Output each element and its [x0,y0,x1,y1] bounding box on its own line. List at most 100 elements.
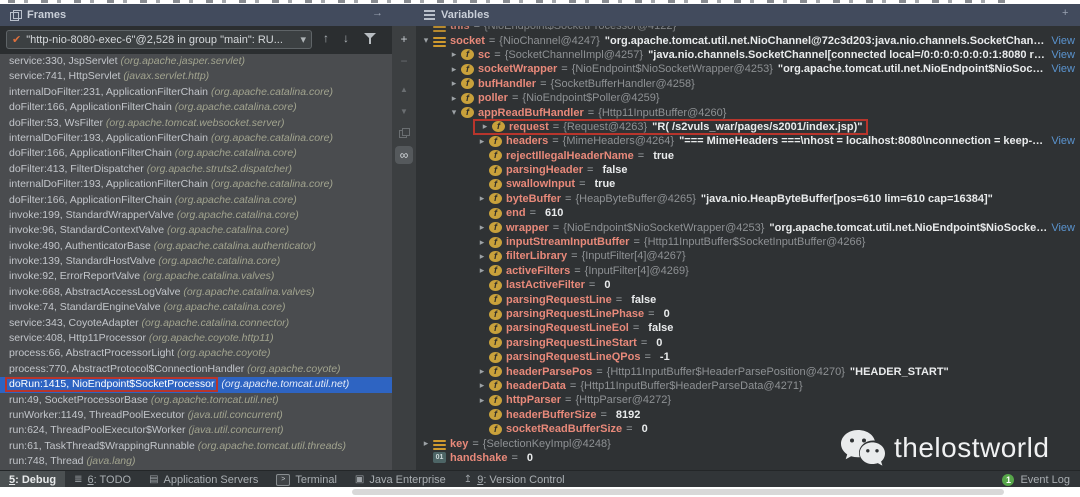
variable-row[interactable]: ▸ f headers = {MimeHeaders@4264} "=== Mi… [416,134,1080,148]
move-up-button[interactable]: ▲ [395,80,413,98]
variable-row[interactable]: f swallowInput = true [416,177,1080,191]
variable-row[interactable]: ▸ f httpParser = {HttpParser@4272} [416,393,1080,407]
variable-row[interactable]: ▸ f bufHandler = {SocketBufferHandler@42… [416,77,1080,91]
tree-expand-icon[interactable]: ▸ [475,193,489,204]
view-link[interactable]: View [1047,63,1080,75]
tree-expand-icon[interactable]: ▸ [419,438,433,449]
next-frame-button[interactable]: ↓ [338,31,354,45]
variable-value: 0 [641,423,648,436]
stack-frame-row[interactable]: service:330, JspServlet (org.apache.jasp… [0,54,392,69]
variable-row[interactable]: ▸ f sc = {SocketChannelImpl@4257} "java.… [416,48,1080,62]
variable-row[interactable]: f parsingHeader = false [416,163,1080,177]
mute-renderers-button[interactable]: ∞ [395,146,413,164]
stack-frame-row[interactable]: doFilter:166, ApplicationFilterChain (or… [0,100,392,115]
stack-frame-row[interactable]: run:49, SocketProcessorBase (org.apache.… [0,393,392,408]
statusbar-toolwindow-button[interactable]: 5: Debug [0,471,66,487]
variables-float-icon[interactable]: + [1062,7,1068,19]
tree-expand-icon[interactable]: ▾ [447,107,461,118]
frame-method: internalDoFilter:231, ApplicationFilterC… [9,85,209,98]
remove-watch-button[interactable]: − [395,52,413,70]
duplicate-watch-icon[interactable] [395,124,413,142]
stack-frame-row[interactable]: runWorker:1149, ThreadPoolExecutor (java… [0,408,392,423]
variable-row[interactable]: ▸ f request = {Request@4263} "R( /s2vuls… [416,118,1080,135]
tree-expand-icon[interactable]: ▸ [447,93,461,104]
add-watch-button[interactable]: + [395,30,413,48]
tree-expand-icon[interactable]: ▸ [475,251,489,262]
tree-expand-icon[interactable]: ▸ [475,237,489,248]
view-link[interactable]: View [1047,222,1080,234]
stack-frame-row[interactable]: process:66, AbstractProcessorLight (org.… [0,346,392,361]
move-down-button[interactable]: ▼ [395,102,413,120]
stack-frame-row[interactable]: process:770, AbstractProtocol$Connection… [0,362,392,377]
stack-frame-row[interactable]: run:748, Thread (java.lang) [0,454,392,469]
tree-expand-icon[interactable]: ▸ [475,366,489,377]
stack-frame-row[interactable]: invoke:490, AuthenticatorBase (org.apach… [0,239,392,254]
stack-frame-row[interactable]: doFilter:413, FilterDispatcher (org.apac… [0,162,392,177]
stack-frame-row[interactable]: internalDoFilter:231, ApplicationFilterC… [0,85,392,100]
stack-frame-row[interactable]: run:624, ThreadPoolExecutor$Worker (java… [0,423,392,438]
frames-float-icon[interactable]: → [372,7,383,19]
stack-frame-row[interactable]: doFilter:166, ApplicationFilterChain (or… [0,193,392,208]
tree-expand-icon[interactable]: ▸ [475,136,489,147]
variable-row[interactable]: f lastActiveFilter = 0 [416,278,1080,292]
prev-frame-button[interactable]: ↑ [318,31,334,45]
statusbar-toolwindow-button[interactable]: ≣ 6: TODO [65,471,140,487]
tree-expand-icon[interactable]: ▸ [475,380,489,391]
view-link[interactable]: View [1047,49,1080,61]
stack-frame-row[interactable]: invoke:92, ErrorReportValve (org.apache.… [0,269,392,284]
filter-frames-icon[interactable] [364,33,376,44]
variable-row[interactable]: ▸ f byteBuffer = {HeapByteBuffer@4265} "… [416,192,1080,206]
tree-expand-icon[interactable]: ▸ [475,265,489,276]
variable-row[interactable]: this = {NioEndpoint$SocketProcessor@4122… [416,26,1080,33]
stack-frame-row[interactable]: doFilter:53, WsFilter (org.apache.tomcat… [0,116,392,131]
stack-frame-row[interactable]: service:343, CoyoteAdapter (org.apache.c… [0,316,392,331]
variable-row[interactable]: f end = 610 [416,206,1080,220]
variable-row[interactable]: ▸ f activeFilters = {InputFilter[4]@4269… [416,264,1080,278]
stack-frame-row[interactable]: internalDoFilter:193, ApplicationFilterC… [0,177,392,192]
stack-frame-row[interactable]: invoke:199, StandardWrapperValve (org.ap… [0,208,392,223]
statusbar-toolwindow-button[interactable]: ▣ Java Enterprise [346,471,455,487]
variable-row[interactable]: ▸ f poller = {NioEndpoint$Poller@4259} [416,91,1080,105]
stack-frame-row[interactable]: invoke:139, StandardHostValve (org.apach… [0,254,392,269]
stack-frame-row[interactable]: invoke:74, StandardEngineValve (org.apac… [0,300,392,315]
tree-expand-icon[interactable]: ▸ [475,395,489,406]
view-link[interactable]: View [1047,35,1080,47]
stack-frame-row[interactable]: invoke:96, StandardContextValve (org.apa… [0,223,392,238]
variable-row[interactable]: ▾ socket = {NioChannel@4247} "org.apache… [416,33,1080,47]
stack-frame-row[interactable]: doFilter:166, ApplicationFilterChain (or… [0,146,392,161]
variable-row[interactable]: f headerBufferSize = 8192 [416,408,1080,422]
variable-row[interactable]: ▸ f headerData = {Http11InputBuffer$Head… [416,379,1080,393]
stack-frame-row[interactable]: service:741, HttpServlet (javax.servlet.… [0,69,392,84]
variable-row[interactable]: f parsingRequestLineEol = false [416,321,1080,335]
variable-row[interactable]: f rejectIllegalHeaderName = true [416,149,1080,163]
stack-frame-row[interactable]: service:408, Http11Processor (org.apache… [0,331,392,346]
tree-expand-icon[interactable]: ▸ [447,78,461,89]
variable-row[interactable]: ▾ f appReadBufHandler = {Http11InputBuff… [416,105,1080,119]
variable-row[interactable]: f parsingRequestLineQPos = -1 [416,350,1080,364]
variable-row[interactable]: ▸ f filterLibrary = {InputFilter[4]@4267… [416,249,1080,263]
variable-row[interactable]: f parsingRequestLinePhase = 0 [416,307,1080,321]
variable-row[interactable]: f parsingRequestLine = false [416,292,1080,306]
tree-expand-icon[interactable]: ▾ [419,35,433,46]
stack-frame-row[interactable]: doRun:1415, NioEndpoint$SocketProcessor … [0,377,392,393]
stack-frame-row[interactable]: internalDoFilter:193, ApplicationFilterC… [0,131,392,146]
statusbar-toolwindow-button[interactable]: ▤ Application Servers [140,471,267,487]
variable-row[interactable]: ▸ f wrapper = {NioEndpoint$NioSocketWrap… [416,220,1080,234]
stack-frame-row[interactable]: invoke:668, AbstractAccessLogValve (org.… [0,285,392,300]
tree-expand-icon[interactable]: ▸ [447,49,461,60]
java-ee-icon: ▣ [354,474,365,485]
statusbar-toolwindow-button[interactable]: ↥ 9: Version Control [455,471,574,487]
view-link[interactable]: View [1047,135,1080,147]
variable-row[interactable]: ▸ f inputStreamInputBuffer = {Http11Inpu… [416,235,1080,249]
page-scrollbar[interactable] [352,489,1004,495]
stack-frame-row[interactable]: run:61, TaskThread$WrappingRunnable (org… [0,439,392,454]
variable-row[interactable]: f parsingRequestLineStart = 0 [416,336,1080,350]
event-log-area[interactable]: 1 Event Log [1002,473,1080,486]
variable-row[interactable]: ▸ f socketWrapper = {NioEndpoint$NioSock… [416,62,1080,76]
variable-row[interactable]: ▸ f headerParsePos = {Http11InputBuffer$… [416,364,1080,378]
thread-selector[interactable]: ✔ "http-nio-8080-exec-6"@2,528 in group … [6,30,312,49]
statusbar-toolwindow-button[interactable]: > Terminal [267,471,346,487]
tree-expand-icon[interactable]: ▸ [447,64,461,75]
tree-expand-icon[interactable]: ▸ [478,121,492,132]
tree-expand-icon[interactable]: ▸ [475,222,489,233]
